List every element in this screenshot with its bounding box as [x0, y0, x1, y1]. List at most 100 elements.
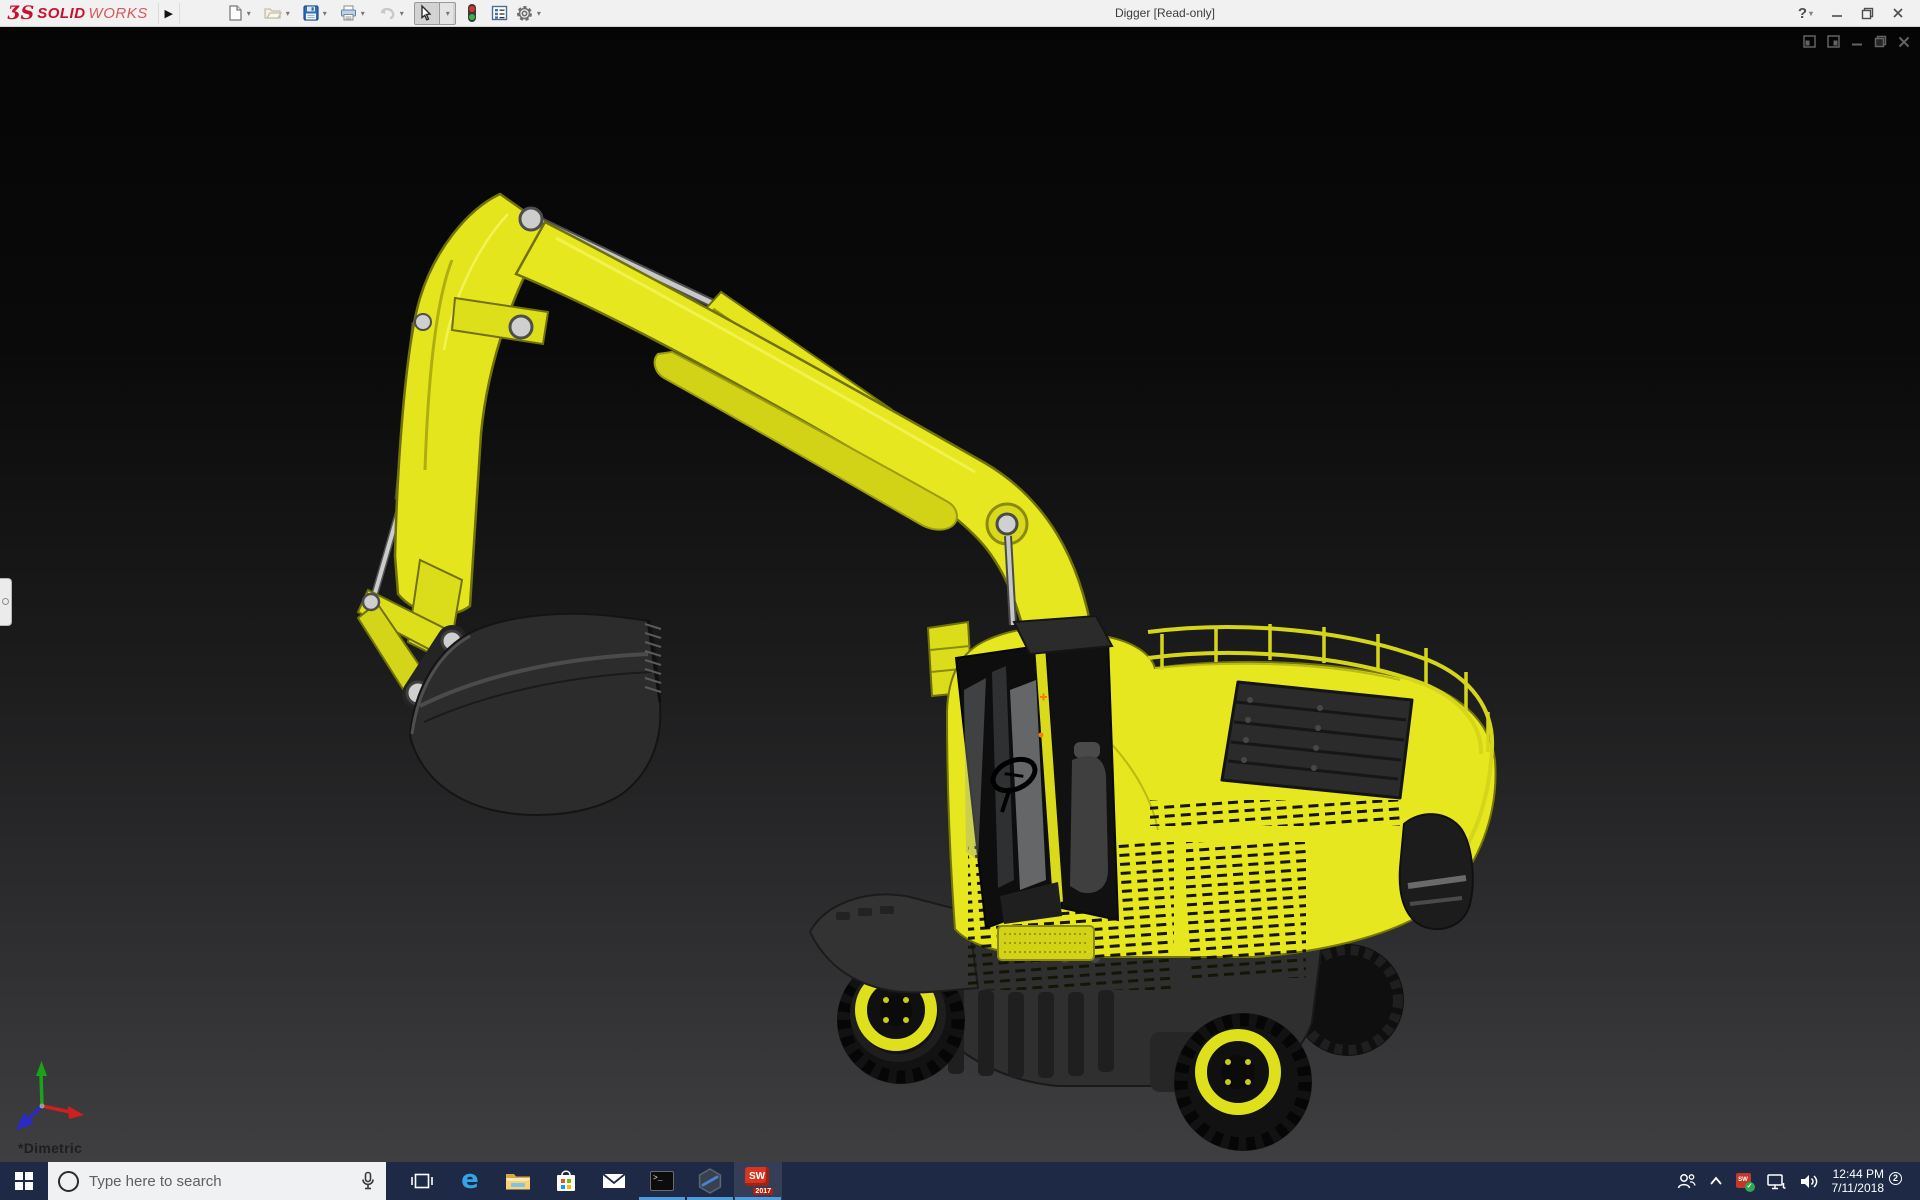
restore-button[interactable]	[1861, 7, 1874, 20]
taskbar-search[interactable]	[48, 1162, 386, 1200]
menu-flyout-button[interactable]: ▶	[158, 3, 180, 24]
search-input[interactable]	[89, 1173, 350, 1190]
microphone-icon[interactable]	[360, 1171, 376, 1191]
dropdown-icon: ▾	[361, 9, 365, 18]
window-controls: ? ▾	[1798, 5, 1920, 22]
dropdown-icon: ▾	[286, 9, 290, 18]
store-icon	[555, 1169, 577, 1193]
mail-button[interactable]	[590, 1162, 638, 1200]
file-explorer-icon	[505, 1170, 531, 1192]
dropdown-icon: ▾	[247, 9, 251, 18]
task-view-button[interactable]	[398, 1162, 446, 1200]
3d-viewer-icon	[697, 1168, 723, 1194]
cortana-icon	[58, 1171, 79, 1192]
doc-minimize-button[interactable]	[1851, 36, 1863, 48]
list-icon	[490, 4, 509, 22]
save-button[interactable]: ▾	[300, 2, 329, 25]
taskbar: e >_	[0, 1162, 1920, 1200]
dropdown-icon: ▾	[537, 9, 541, 18]
brand-bold: SOLID	[37, 5, 85, 22]
dropdown-icon: ▾	[446, 9, 450, 18]
brand-light: WORKS	[89, 5, 148, 22]
solidworks-logo[interactable]: ƷS SOLIDWORKS	[0, 0, 158, 26]
minimize-button[interactable]	[1831, 7, 1843, 19]
sw-year: 2017	[753, 1188, 773, 1195]
select-button[interactable]: ▾	[414, 2, 456, 25]
doc-restore-button[interactable]	[1874, 35, 1887, 48]
orientation-triad[interactable]	[10, 1052, 105, 1132]
tray-date: 7/11/2018	[1832, 1181, 1885, 1195]
print-button[interactable]: ▾	[337, 2, 367, 25]
help-glyph: ?	[1798, 5, 1807, 22]
graphics-viewport[interactable]: *Dimetric	[0, 27, 1920, 1162]
tray-time: 12:44 PM	[1832, 1167, 1885, 1181]
volume-icon[interactable]	[1799, 1173, 1819, 1190]
clock[interactable]: 12:44 PM 7/11/2018	[1832, 1167, 1885, 1195]
gear-icon	[515, 4, 534, 23]
pane-right-icon	[1827, 35, 1840, 48]
solidworks-2017-icon: SW 2017	[743, 1167, 773, 1195]
notification-badge: 2	[1889, 1172, 1902, 1185]
task-view-icon	[411, 1171, 433, 1191]
pane-right-button[interactable]	[1827, 35, 1840, 48]
solidworks-tray-icon[interactable]: SW ✓	[1736, 1173, 1753, 1190]
excavator-bucket[interactable]	[407, 614, 661, 815]
command-prompt-button[interactable]: >_	[638, 1162, 686, 1200]
help-button[interactable]: ? ▾	[1798, 5, 1813, 22]
cursor-icon	[417, 4, 435, 22]
flyout-tab-icon	[2, 598, 9, 605]
dropdown-icon: ▾	[1809, 9, 1813, 18]
mail-icon	[602, 1171, 626, 1191]
solidworks-button[interactable]: SW 2017	[734, 1162, 782, 1200]
view-orientation-label: *Dimetric	[18, 1140, 82, 1156]
doc-minimize-icon	[1851, 36, 1863, 48]
new-document-button[interactable]: ▾	[224, 2, 253, 25]
excavator-model[interactable]	[0, 27, 1920, 1162]
pane-left-button[interactable]	[1803, 35, 1816, 48]
undo-button[interactable]: ▾	[375, 2, 406, 25]
check-icon: ✓	[1745, 1182, 1755, 1192]
feature-manager-flyout-tab[interactable]	[0, 578, 12, 626]
select-dropdown[interactable]: ▾	[439, 3, 453, 24]
sw-cube: SW	[745, 1167, 769, 1186]
close-icon	[1892, 7, 1904, 19]
doc-close-icon	[1898, 36, 1910, 48]
hidden-icons-chevron[interactable]	[1709, 1176, 1723, 1186]
options-list-button[interactable]	[488, 2, 511, 25]
minimize-icon	[1831, 7, 1843, 19]
edge-icon: e	[461, 1167, 479, 1193]
doc-close-button[interactable]	[1898, 36, 1910, 48]
restore-icon	[1861, 7, 1874, 20]
start-button[interactable]	[0, 1162, 48, 1200]
command-prompt-icon: >_	[650, 1171, 674, 1191]
settings-button[interactable]: ▾	[513, 2, 543, 25]
system-tray: SW ✓ 12:44 PM 7/11/2018 2	[1676, 1162, 1920, 1200]
3d-viewer-button[interactable]	[686, 1162, 734, 1200]
print-icon	[339, 4, 358, 22]
close-button[interactable]	[1892, 7, 1904, 19]
pane-left-icon	[1803, 35, 1816, 48]
rear-left-wheel	[1174, 1013, 1312, 1151]
solidworks-logo-icon: ƷS	[8, 4, 34, 23]
dropdown-icon: ▾	[323, 9, 327, 18]
dropdown-icon: ▾	[400, 9, 404, 18]
open-button[interactable]: ▾	[261, 2, 292, 25]
window-title: Digger [Read-only]	[530, 6, 1800, 20]
traffic-light-icon	[466, 3, 478, 23]
undo-icon	[377, 4, 397, 22]
open-icon	[263, 4, 283, 22]
titlebar: ƷS SOLIDWORKS ▶ ▾ ▾	[0, 0, 1920, 27]
store-button[interactable]	[542, 1162, 590, 1200]
people-icon[interactable]	[1676, 1172, 1696, 1190]
excavator-body[interactable]	[810, 624, 1496, 1151]
excavator-cab[interactable]	[956, 616, 1118, 928]
file-explorer-button[interactable]	[494, 1162, 542, 1200]
quick-access-toolbar: ▾ ▾ ▾	[218, 2, 543, 25]
rebuild-button[interactable]	[464, 2, 480, 25]
doc-restore-icon	[1874, 35, 1887, 48]
new-document-icon	[226, 4, 244, 22]
windows-logo-icon	[15, 1172, 33, 1190]
save-icon	[302, 4, 320, 22]
edge-button[interactable]: e	[446, 1162, 494, 1200]
network-icon[interactable]	[1766, 1173, 1786, 1190]
